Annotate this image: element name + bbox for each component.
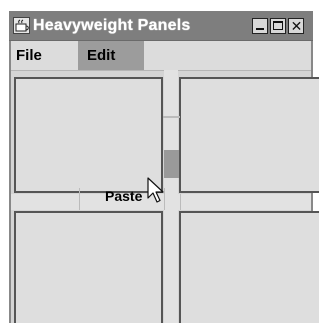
edit-popup-menu-border	[180, 194, 194, 210]
title-bar[interactable]: Heavyweight Panels ✕	[9, 11, 313, 41]
menu-file[interactable]: File	[11, 41, 69, 70]
close-button[interactable]: ✕	[288, 18, 304, 34]
minimize-button[interactable]	[252, 18, 268, 34]
edit-popup-menu-edge	[163, 116, 180, 118]
heavyweight-panel-top-right[interactable]	[179, 77, 319, 193]
heavyweight-panel-top-left[interactable]	[14, 77, 163, 193]
menu-edit[interactable]: Edit	[78, 41, 144, 70]
maximize-button[interactable]	[270, 18, 286, 34]
java-app-icon[interactable]	[13, 17, 30, 34]
arrow-pointer-icon	[146, 176, 166, 206]
heavyweight-panel-bottom-left[interactable]	[14, 211, 163, 323]
minimize-icon	[256, 28, 264, 30]
window-title: Heavyweight Panels	[33, 17, 191, 34]
maximize-icon	[273, 21, 283, 30]
edit-popup-selected-item[interactable]	[164, 150, 179, 178]
heavyweight-panel-bottom-right[interactable]	[179, 211, 319, 323]
application-window: Heavyweight Panels ✕ File Edit Paste	[9, 11, 319, 323]
close-icon: ✕	[290, 18, 303, 34]
menu-bar: File Edit	[11, 41, 311, 71]
